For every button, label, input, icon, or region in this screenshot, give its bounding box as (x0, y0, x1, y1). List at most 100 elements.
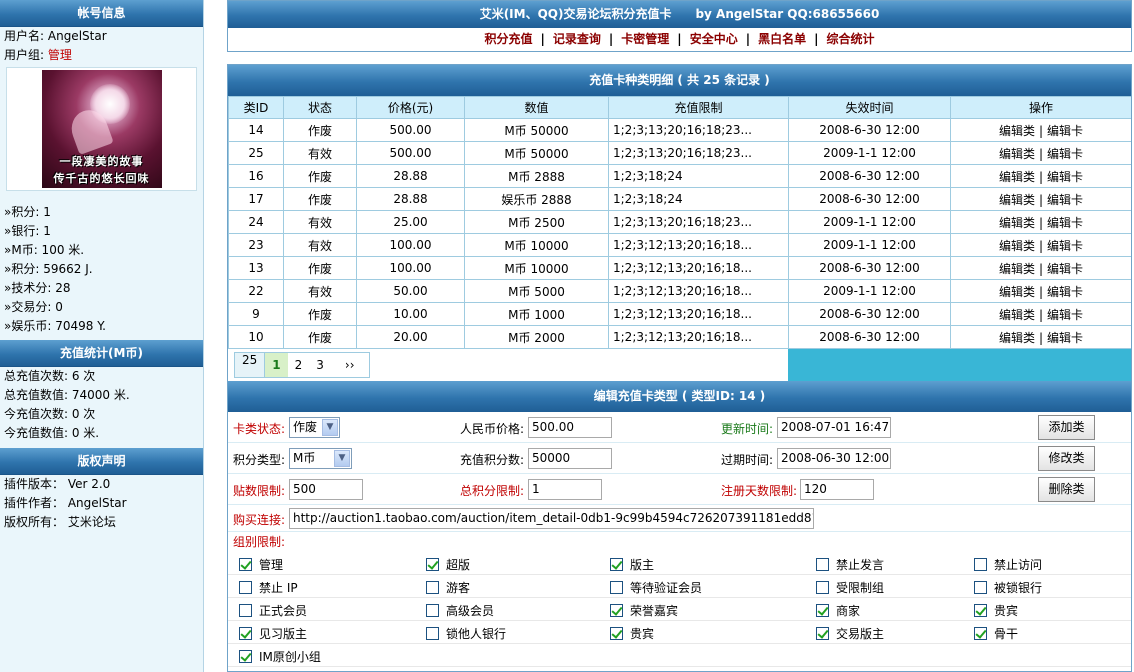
group-checkbox[interactable]: 受限制组 (816, 579, 884, 596)
action-separator: | (1038, 215, 1044, 230)
checked-box-icon[interactable] (239, 558, 252, 571)
nav-link[interactable]: 积分充值 (484, 32, 532, 46)
checked-box-icon[interactable] (239, 627, 252, 640)
group-checkbox[interactable]: 骨干 (974, 625, 1018, 642)
recharge-points-input[interactable]: 50000 (528, 448, 612, 469)
add-type-button[interactable]: 添加类 (1038, 415, 1095, 440)
nav-link[interactable]: 卡密管理 (621, 32, 669, 46)
cell-status: 有效 (283, 279, 357, 303)
action-separator: | (1038, 146, 1044, 161)
checked-box-icon[interactable] (610, 604, 623, 617)
edit-card-link[interactable]: 编辑卡 (1047, 124, 1083, 138)
edit-type-link[interactable]: 编辑类 (999, 170, 1035, 184)
group-checkbox[interactable]: 禁止 IP (239, 579, 298, 596)
cell-status: 有效 (283, 233, 357, 257)
pager-next[interactable]: ›› (331, 353, 369, 377)
edit-card-link[interactable]: 编辑卡 (1047, 193, 1083, 207)
edit-type-link[interactable]: 编辑类 (999, 285, 1035, 299)
group-checkbox[interactable]: 超版 (426, 556, 470, 573)
unchecked-box-icon[interactable] (610, 581, 623, 594)
rmb-price-input[interactable]: 500.00 (528, 417, 612, 438)
pager-page[interactable]: 1 (265, 353, 288, 377)
card-status-select[interactable]: 作废 ▼ (289, 417, 340, 438)
group-checkbox[interactable]: 见习版主 (239, 625, 307, 642)
pager-page[interactable]: 2 (288, 353, 310, 377)
edit-type-link[interactable]: 编辑类 (999, 262, 1035, 276)
group-checkbox[interactable]: 高级会员 (426, 602, 494, 619)
group-checkbox[interactable]: 锁他人银行 (426, 625, 506, 642)
unchecked-box-icon[interactable] (974, 581, 987, 594)
buy-link-input[interactable]: http://auction1.taobao.com/auction/item_… (289, 508, 814, 529)
cell-expire: 2008-6-30 12:00 (788, 118, 951, 142)
modify-type-button[interactable]: 修改类 (1038, 446, 1095, 471)
card-status-label: 卡类状态: (233, 422, 286, 436)
checked-box-icon[interactable] (610, 558, 623, 571)
cell-limit: 1;2;3;12;13;20;16;18... (608, 279, 789, 303)
nav-link[interactable]: 黑白名单 (758, 32, 806, 46)
reg-days-limit-input[interactable]: 120 (800, 479, 874, 500)
nav-link[interactable]: 安全中心 (690, 32, 738, 46)
edit-card-link[interactable]: 编辑卡 (1047, 308, 1083, 322)
top-nav: 积分充值 | 记录查询 | 卡密管理 | 安全中心 | 黑白名单 | 综合统计 (228, 28, 1131, 50)
group-checkbox[interactable]: 等待验证会员 (610, 579, 702, 596)
edit-card-link[interactable]: 编辑卡 (1047, 331, 1083, 345)
edit-card-link[interactable]: 编辑卡 (1047, 170, 1083, 184)
edit-type-link[interactable]: 编辑类 (999, 308, 1035, 322)
update-time-input[interactable]: 2008-07-01 16:47 (777, 417, 891, 438)
recharge-points-label: 充值积分数: (460, 453, 525, 467)
group-checkbox[interactable]: 正式会员 (239, 602, 307, 619)
copyright-line: 版权所有： 艾米论坛 (4, 515, 116, 529)
unchecked-box-icon[interactable] (239, 604, 252, 617)
group-checkbox[interactable]: 禁止发言 (816, 556, 884, 573)
checked-box-icon[interactable] (974, 627, 987, 640)
edit-type-link[interactable]: 编辑类 (999, 124, 1035, 138)
checked-box-icon[interactable] (610, 627, 623, 640)
group-checkbox[interactable]: 贵宾 (974, 602, 1018, 619)
group-checkbox[interactable]: 被锁银行 (974, 579, 1042, 596)
group-checkbox[interactable]: 版主 (610, 556, 654, 573)
checked-box-icon[interactable] (239, 650, 252, 663)
group-checkbox[interactable]: 游客 (426, 579, 470, 596)
edit-card-link[interactable]: 编辑卡 (1047, 147, 1083, 161)
edit-type-link[interactable]: 编辑类 (999, 193, 1035, 207)
group-checkbox[interactable]: 商家 (816, 602, 860, 619)
total-points-limit-input[interactable]: 1 (528, 479, 602, 500)
edit-type-link[interactable]: 编辑类 (999, 331, 1035, 345)
group-checkbox[interactable]: 荣誉嘉宾 (610, 602, 678, 619)
avatar-caption-1: 一段凄美的故事 (59, 155, 144, 168)
edit-card-link[interactable]: 编辑卡 (1047, 216, 1083, 230)
nav-link[interactable]: 记录查询 (553, 32, 601, 46)
edit-type-link[interactable]: 编辑类 (999, 239, 1035, 253)
nav-link[interactable]: 综合统计 (827, 32, 875, 46)
unchecked-box-icon[interactable] (426, 581, 439, 594)
unchecked-box-icon[interactable] (974, 558, 987, 571)
edit-card-link[interactable]: 编辑卡 (1047, 285, 1083, 299)
edit-card-link[interactable]: 编辑卡 (1047, 239, 1083, 253)
edit-card-link[interactable]: 编辑卡 (1047, 262, 1083, 276)
unchecked-box-icon[interactable] (426, 604, 439, 617)
unchecked-box-icon[interactable] (239, 581, 252, 594)
unchecked-box-icon[interactable] (816, 581, 829, 594)
unchecked-box-icon[interactable] (426, 627, 439, 640)
pager-page[interactable]: 3 (309, 353, 331, 377)
expire-time-input[interactable]: 2008-06-30 12:00 (777, 448, 891, 469)
recharge-stat-line: 总充值次数: 6 次 (4, 369, 96, 383)
group-checkbox[interactable]: 管理 (239, 556, 283, 573)
user-stat-line: »技术分: 28 (4, 281, 71, 295)
checked-box-icon[interactable] (974, 604, 987, 617)
group-checkbox[interactable]: 禁止访问 (974, 556, 1042, 573)
group-label: 贵宾 (994, 604, 1019, 618)
unchecked-box-icon[interactable] (816, 558, 829, 571)
group-checkbox[interactable]: 贵宾 (610, 625, 654, 642)
group-checkbox[interactable]: IM原创小组 (239, 648, 321, 665)
points-type-select[interactable]: M币 ▼ (289, 448, 352, 469)
group-checkbox[interactable]: 交易版主 (816, 625, 884, 642)
checked-box-icon[interactable] (816, 604, 829, 617)
delete-type-button[interactable]: 删除类 (1038, 477, 1095, 502)
checked-box-icon[interactable] (426, 558, 439, 571)
posts-limit-input[interactable]: 500 (289, 479, 363, 500)
edit-type-link[interactable]: 编辑类 (999, 147, 1035, 161)
checked-box-icon[interactable] (816, 627, 829, 640)
edit-type-link[interactable]: 编辑类 (999, 216, 1035, 230)
table-row: 10 作废 20.00 M币 2000 1;2;3;12;13;20;16;18... 2… (228, 325, 1131, 349)
